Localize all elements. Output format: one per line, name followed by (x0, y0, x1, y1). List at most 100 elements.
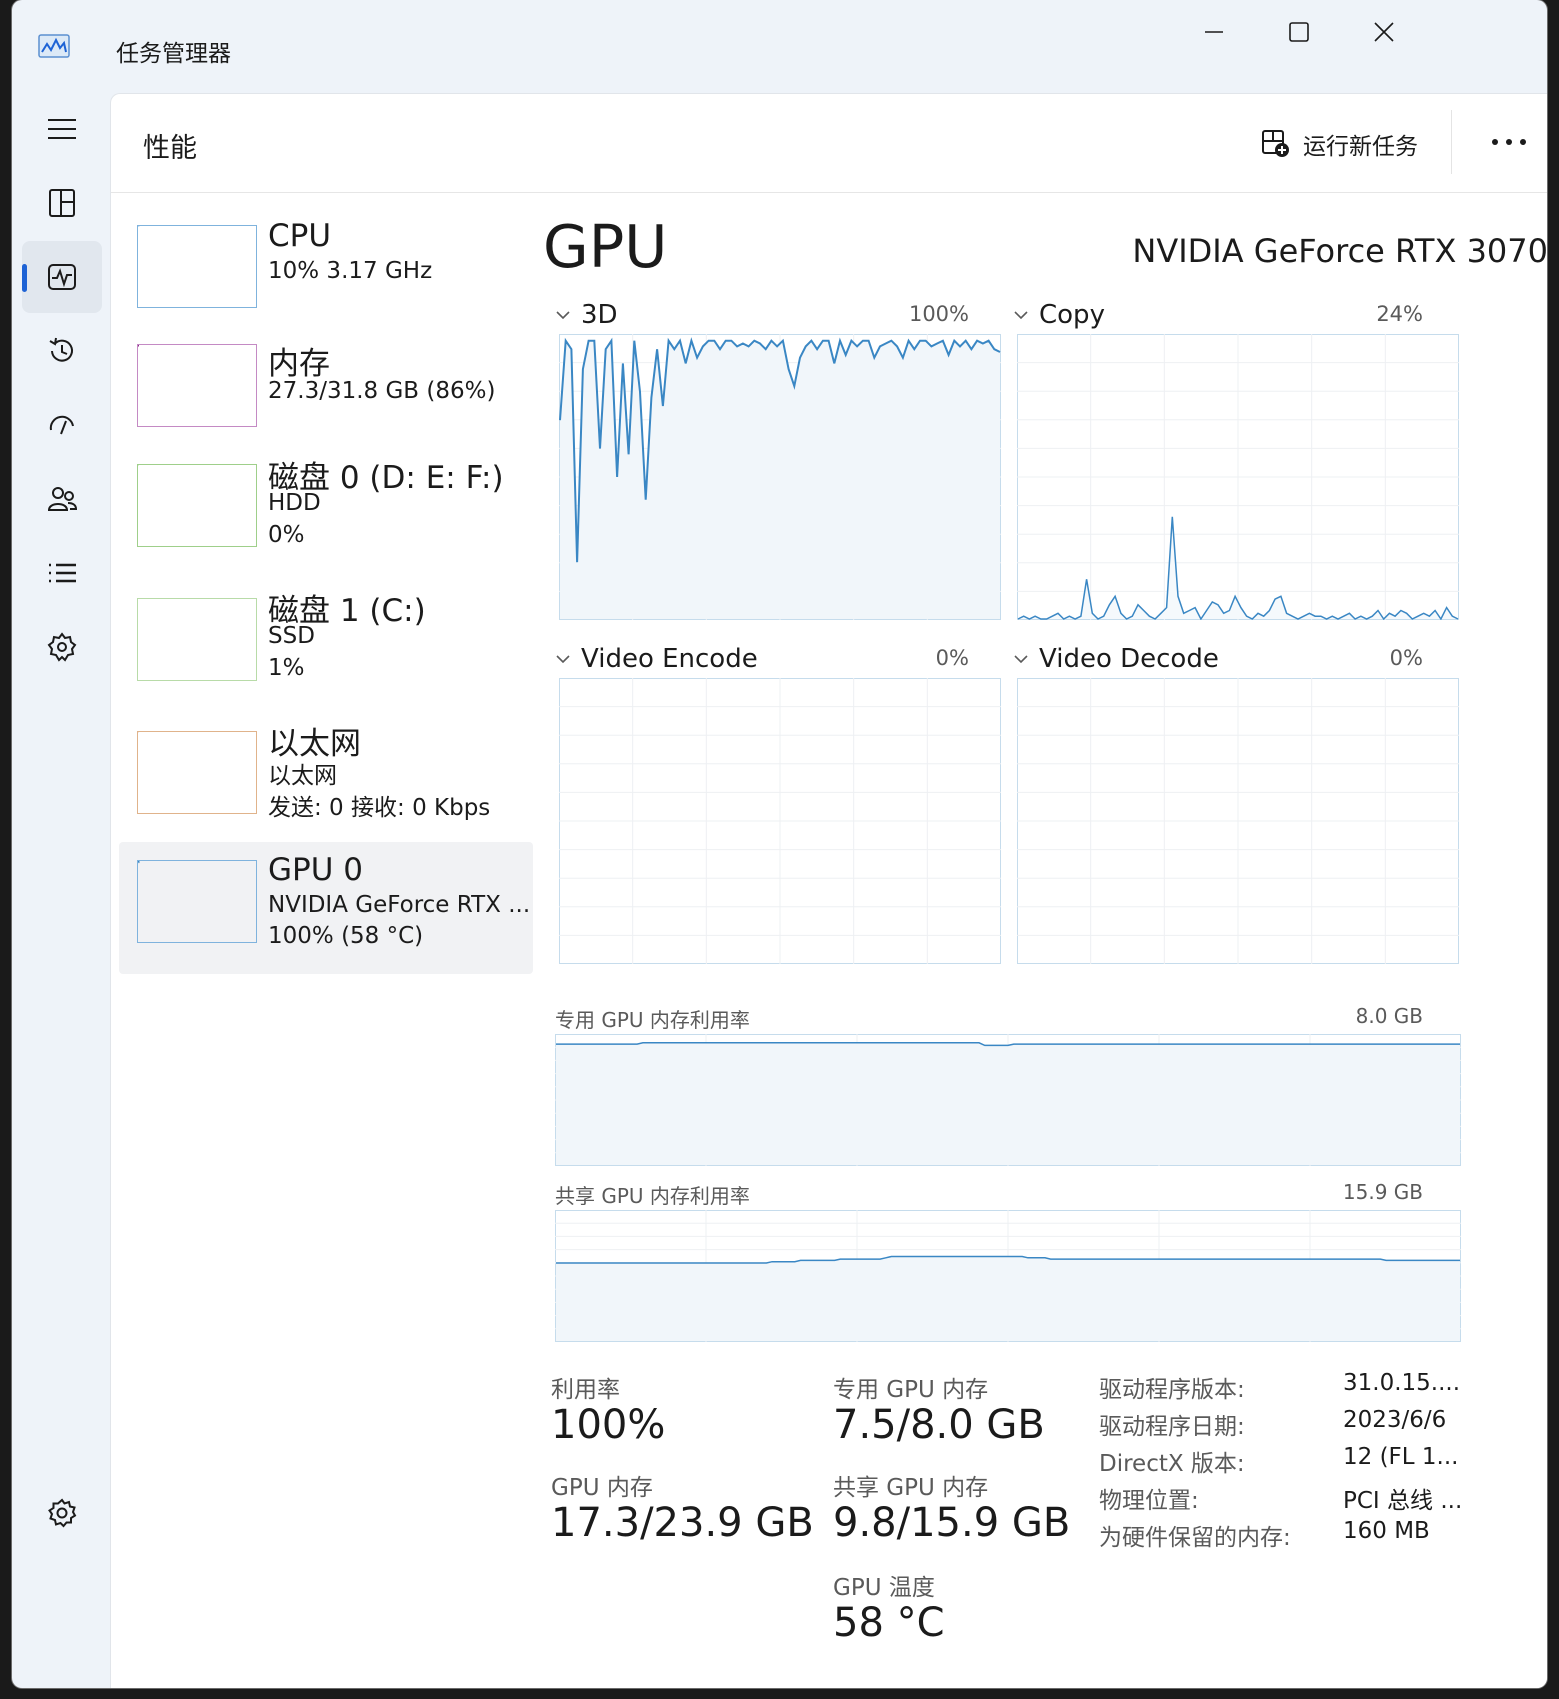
resource-detail: 27.3/31.8 GB (86%) (268, 378, 496, 404)
engine-name: 3D (581, 300, 618, 330)
gpu-thumbnail-graph (137, 860, 257, 943)
gpu-memory-value: 17.3/23.9 GB (551, 1500, 814, 1546)
engine-selector-video-decode[interactable]: Video Decode (1013, 644, 1219, 674)
task-manager-app-icon (38, 34, 70, 58)
physical-location-label: 物理位置: (1099, 1488, 1199, 1514)
minimize-button[interactable] (1184, 12, 1244, 52)
close-button[interactable] (1354, 12, 1414, 52)
page-title: 性能 (143, 133, 197, 164)
engine-name: Video Encode (581, 644, 758, 674)
series-area (556, 1042, 1460, 1165)
run-new-task-button[interactable]: 运行新任务 (1261, 124, 1418, 164)
engine-name: Copy (1039, 300, 1105, 330)
gpu-temperature-label: GPU 温度 (833, 1575, 935, 1601)
gpu-temperature-value: 58 °C (833, 1600, 945, 1646)
dedicated-memory-graph-label: 专用 GPU 内存利用率 (555, 1008, 750, 1032)
chevron-down-icon (556, 655, 570, 664)
resource-name: 内存 (268, 346, 330, 382)
resource-name: CPU (268, 218, 332, 254)
driver-version-value: 31.0.15.... (1343, 1370, 1461, 1396)
dedicated-memory-graph-max: 8.0 GB (1355, 1004, 1423, 1028)
resource-detail-2: 100% (58 °C) (268, 923, 424, 949)
nav-menu-button[interactable] (22, 93, 102, 165)
shared-memory-label: 共享 GPU 内存 (833, 1475, 989, 1501)
dedicated-memory-label: 专用 GPU 内存 (833, 1377, 989, 1403)
resource-item-memory[interactable]: 内存 27.3/31.8 GB (86%) (119, 324, 533, 456)
physical-location-value: PCI 总线 ... (1343, 1488, 1463, 1514)
resource-item-gpu-0[interactable]: GPU 0 NVIDIA GeForce RTX ... 100% (58 °C… (119, 842, 533, 974)
maximize-button[interactable] (1269, 12, 1329, 52)
nav-users-button[interactable] (22, 463, 102, 535)
gpu-copy-graph (1017, 334, 1459, 620)
gpu-video-encode-graph (559, 678, 1001, 964)
resource-detail: NVIDIA GeForce RTX ... (268, 892, 530, 918)
gpu-memory-label: GPU 内存 (551, 1475, 653, 1501)
chevron-down-icon (556, 311, 570, 320)
run-new-task-label: 运行新任务 (1303, 134, 1418, 160)
close-icon (1374, 22, 1394, 42)
startup-apps-icon (49, 415, 74, 435)
resource-detail: 10% 3.17 GHz (268, 258, 433, 284)
run-new-task-icon (1262, 130, 1289, 157)
gpu-title: GPU (543, 212, 668, 281)
nav-processes-button[interactable] (22, 167, 102, 239)
nav-startup-button[interactable] (22, 389, 102, 461)
disk-1-thumbnail-graph (137, 598, 257, 681)
dedicated-memory-graph (555, 1034, 1461, 1166)
navigation-rail (12, 93, 110, 1688)
shared-memory-graph-label: 共享 GPU 内存利用率 (555, 1184, 750, 1208)
ethernet-thumbnail-graph (137, 731, 257, 814)
gpu-video-decode-graph (1017, 678, 1459, 964)
shared-memory-graph (555, 1210, 1461, 1342)
resource-item-disk-0[interactable]: 磁盘 0 (D: E: F:) HDD 0% (119, 444, 533, 576)
series-line (138, 732, 139, 733)
engine-percent: 24% (1376, 302, 1423, 326)
resource-item-cpu[interactable]: CPU 10% 3.17 GHz (119, 202, 533, 334)
gpu-model: NVIDIA GeForce RTX 3070 (1132, 232, 1547, 270)
hardware-reserved-memory-label: 为硬件保留的内存: (1099, 1525, 1291, 1551)
directx-version-value: 12 (FL 1... (1343, 1444, 1459, 1470)
gpu-detail-panel: GPU NVIDIA GeForce RTX 3070 3D 100% Copy… (543, 192, 1547, 1688)
driver-version-label: 驱动程序版本: (1099, 1377, 1245, 1403)
performance-icon (48, 264, 76, 290)
engine-selector-video-encode[interactable]: Video Encode (555, 644, 758, 674)
services-icon (47, 632, 77, 662)
users-icon (47, 487, 78, 511)
resource-detail-2: 发送: 0 接收: 0 Kbps (268, 795, 491, 821)
engine-percent: 0% (935, 646, 969, 670)
nav-details-button[interactable] (22, 537, 102, 609)
nav-performance-button[interactable] (22, 241, 102, 313)
nav-services-button[interactable] (22, 611, 102, 683)
series-line (138, 465, 140, 466)
content-area: 性能 运行新任务 CPU 10% 3.17 GHz 内存 27.3/31.8 G… (110, 93, 1547, 1688)
driver-date-label: 驱动程序日期: (1099, 1414, 1245, 1440)
maximize-icon (1289, 22, 1309, 42)
engine-percent: 0% (1389, 646, 1423, 670)
details-icon (49, 563, 76, 583)
series-line (138, 226, 140, 227)
nav-app-history-button[interactable] (22, 315, 102, 387)
engine-selector-copy[interactable]: Copy (1013, 300, 1105, 330)
resource-item-disk-1[interactable]: 磁盘 1 (C:) SSD 1% (119, 577, 533, 709)
utilization-label: 利用率 (551, 1377, 620, 1403)
hamburger-menu-icon (48, 119, 76, 139)
chevron-down-icon (1014, 655, 1028, 664)
resource-item-ethernet[interactable]: 以太网 以太网 发送: 0 接收: 0 Kbps (119, 710, 533, 842)
more-options-button[interactable] (1479, 116, 1539, 168)
shared-memory-graph-max: 15.9 GB (1342, 1180, 1423, 1204)
resource-name: GPU 0 (268, 852, 363, 888)
dedicated-memory-value: 7.5/8.0 GB (833, 1402, 1045, 1448)
engine-selector-3d[interactable]: 3D (555, 300, 618, 330)
hardware-reserved-memory-value: 160 MB (1343, 1518, 1430, 1544)
nav-settings-button[interactable] (22, 1477, 102, 1549)
chevron-down-icon (1014, 311, 1028, 320)
shared-memory-value: 9.8/15.9 GB (833, 1500, 1071, 1546)
series-area (556, 1256, 1460, 1341)
resource-detail: 以太网 (268, 763, 337, 789)
resource-detail-2: 0% (268, 522, 305, 548)
settings-gear-icon (48, 1498, 77, 1528)
driver-date-value: 2023/6/6 (1343, 1407, 1447, 1433)
title-bar: 任务管理器 (12, 0, 1547, 93)
cpu-thumbnail-graph (137, 225, 257, 308)
memory-thumbnail-graph (137, 344, 257, 427)
